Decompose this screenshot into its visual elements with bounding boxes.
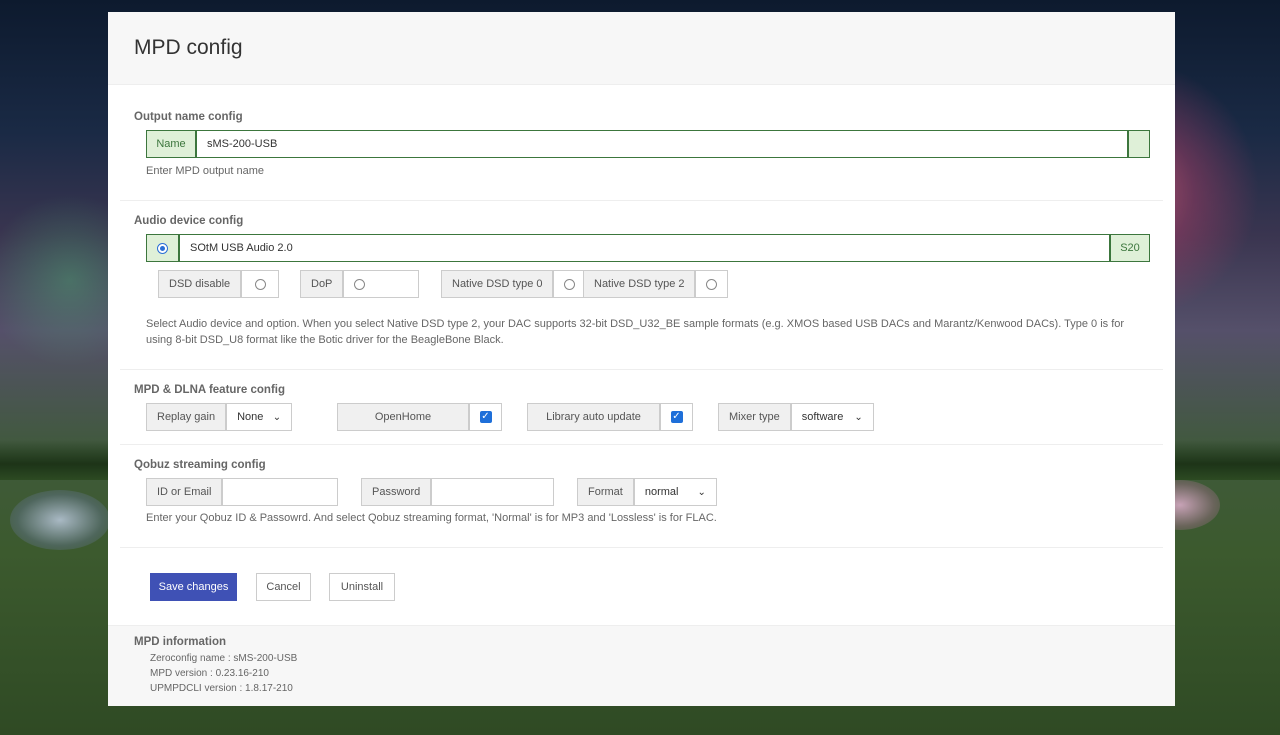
checkbox-checked-icon[interactable]: ✓ [670,411,683,423]
name-label: Name [146,130,196,158]
mpd-config-panel: MPD config Output name config Name sMS-2… [108,12,1175,706]
output-section-title: Output name config [134,111,243,123]
replay-gain-group: Replay gain None ⌄ [146,403,293,431]
openhome-checkbox-box[interactable]: ✓ [469,403,502,431]
qobuz-password-group: Password [361,478,555,506]
dsd-disable-radio-icon[interactable] [254,278,266,290]
native-dsd0-group: Native DSD type 0 [441,270,587,298]
dsd-disable-label: DSD disable [158,270,242,298]
panel-header: MPD config [108,12,1175,85]
replay-gain-select[interactable]: None ⌄ [226,403,293,431]
output-help: Enter MPD output name [146,165,265,177]
qobuz-password-label: Password [361,478,432,506]
background-lake [10,490,110,550]
divider [120,444,1163,445]
native-dsd2-radio-box[interactable] [695,270,729,298]
dop-radio-box[interactable] [343,270,420,298]
upmpdcli-version: UPMPDCLI version : 1.8.17-210 [150,683,293,694]
qobuz-format-select[interactable]: normal ⌄ [633,478,717,506]
native-dsd2-group: Native DSD type 2 [583,270,729,298]
qobuz-format-value: normal [644,486,679,498]
output-name-input[interactable]: sMS-200-USB [196,130,1128,158]
cancel-button[interactable]: Cancel [256,573,311,601]
uninstall-button[interactable]: Uninstall [329,573,395,601]
mpd-information-footer: MPD information Zeroconfig name : sMS-20… [108,625,1175,706]
chevron-down-icon: ⌄ [272,411,282,423]
dsd-disable-radio-box[interactable] [241,270,280,298]
info-title: MPD information [134,636,226,648]
audio-device-group: SOtM USB Audio 2.0 S20 [146,234,1150,262]
dop-group: DoP [300,270,420,298]
native-dsd2-label: Native DSD type 2 [583,270,696,298]
native-dsd0-radio-icon[interactable] [564,278,576,290]
save-changes-button[interactable]: Save changes [150,573,237,601]
divider [120,369,1163,370]
qobuz-id-label: ID or Email [146,478,223,506]
qobuz-format-group: Format normal ⌄ [577,478,717,506]
mixer-type-select[interactable]: software ⌄ [790,403,874,431]
device-radio-addon[interactable] [146,234,179,262]
qobuz-format-label: Format [577,478,634,506]
page-title: MPD config [134,36,243,59]
library-auto-update-group: Library auto update ✓ [527,403,693,431]
name-addon-end [1128,130,1150,158]
feature-section-title: MPD & DLNA feature config [134,384,285,396]
qobuz-password-input[interactable] [431,478,555,506]
audio-section-title: Audio device config [134,215,244,227]
mpd-version: MPD version : 0.23.16-210 [150,668,269,679]
chevron-down-icon: ⌄ [854,411,863,423]
qobuz-id-input[interactable] [222,478,339,506]
native-dsd2-radio-icon[interactable] [706,278,718,290]
zeroconfig-name: Zeroconfig name : sMS-200-USB [150,653,298,664]
divider [120,200,1163,201]
library-auto-update-label: Library auto update [527,403,660,431]
replay-gain-label: Replay gain [146,403,227,431]
checkbox-checked-icon[interactable]: ✓ [479,411,492,423]
audio-device-name: SOtM USB Audio 2.0 [179,234,1110,262]
device-radio-icon[interactable] [157,242,168,254]
qobuz-section-title: Qobuz streaming config [134,459,266,471]
dsd-disable-group: DSD disable [158,270,280,298]
replay-gain-value: None [237,411,264,423]
mixer-type-label: Mixer type [718,403,791,431]
chevron-down-icon: ⌄ [697,486,706,498]
library-auto-update-checkbox-box[interactable]: ✓ [660,403,693,431]
native-dsd0-label: Native DSD type 0 [441,270,554,298]
openhome-label: OpenHome [337,403,469,431]
dop-label: DoP [300,270,344,298]
native-dsd0-radio-box[interactable] [553,270,587,298]
mixer-type-group: Mixer type software ⌄ [718,403,874,431]
device-tag: S20 [1110,234,1150,262]
mixer-type-value: software [801,411,844,423]
dop-radio-icon[interactable] [354,278,366,290]
qobuz-id-group: ID or Email [146,478,339,506]
openhome-group: OpenHome ✓ [337,403,502,431]
audio-help: Select Audio device and option. When you… [146,318,1125,346]
divider [120,547,1163,548]
output-name-group: Name sMS-200-USB [146,130,1150,158]
qobuz-help: Enter your Qobuz ID & Passowrd. And sele… [146,512,717,524]
